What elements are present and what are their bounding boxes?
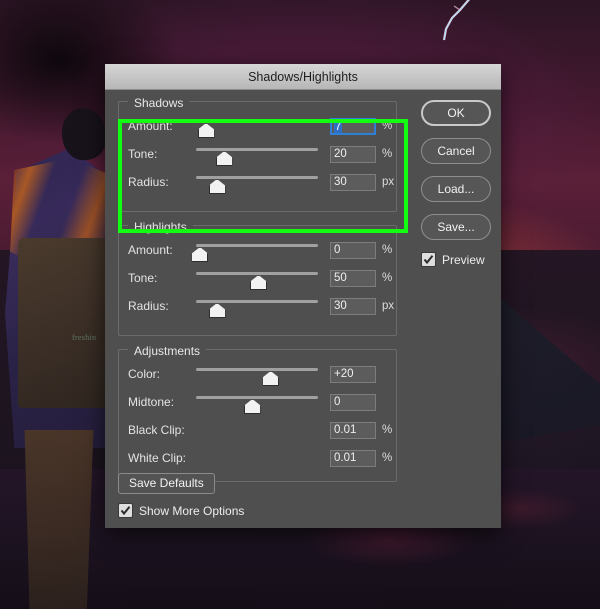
slider-thumb[interactable] [262,371,280,386]
slider-thumb[interactable] [197,123,215,138]
row-shadows-tone: Tone: 20 % [118,140,411,168]
shadows-highlights-dialog: Shadows/Highlights Shadows Amount: 7 % T… [105,64,501,528]
input-shadows-amount[interactable]: 7 [330,117,376,135]
slider-shadows-amount[interactable] [196,115,318,138]
unit-shadows-radius: px [382,176,395,188]
preview-row[interactable]: Preview [421,252,501,267]
slider-highlights-radius[interactable] [196,295,318,318]
slider-shadows-tone[interactable] [196,143,318,166]
label-highlights-tone: Tone: [128,271,158,285]
label-black-clip: Black Clip: [128,423,185,437]
unit-white-clip: % [382,452,393,464]
slider-track [196,244,318,247]
dialog-titlebar[interactable]: Shadows/Highlights [105,64,501,90]
dialog-footer: Save Defaults Show More Options [118,473,244,518]
group-adjustments: Adjustments Color: +20 Midtone: 0 Black … [118,342,411,482]
slider-track [196,272,318,275]
ok-button[interactable]: OK [421,100,491,126]
checkmark-icon [120,506,131,516]
slider-thumb[interactable] [208,303,226,318]
label-show-more-options: Show More Options [139,503,245,518]
buttons-column: OK Cancel Load... Save... Preview [411,90,501,528]
group-highlights: Highlights Amount: 0 % Tone: 50 % Radius… [118,218,411,336]
unit-highlights-amount: % [382,244,393,256]
input-black-clip[interactable]: 0.01 [330,421,376,439]
label-shadows-tone: Tone: [128,147,158,161]
checkbox-preview[interactable] [421,252,436,267]
label-shadows-amount: Amount: [128,119,173,133]
slider-thumb[interactable] [243,399,261,414]
cancel-button[interactable]: Cancel [421,138,491,164]
checkmark-icon [423,255,434,265]
unit-black-clip: % [382,424,393,436]
slider-shadows-radius[interactable] [196,171,318,194]
input-adjustments-color[interactable]: +20 [330,365,376,383]
slider-track [196,396,318,399]
unit-highlights-tone: % [382,272,393,284]
spacer-black-clip [204,419,318,441]
slider-adjustments-midtone[interactable] [196,391,318,414]
label-adjustments-color: Color: [128,367,161,381]
input-shadows-radius[interactable]: 30 [330,173,376,191]
checkbox-show-more-options[interactable] [118,503,133,518]
slider-track [196,148,318,151]
slider-thumb[interactable] [215,151,233,166]
unit-shadows-tone: % [382,148,393,160]
label-highlights-radius: Radius: [128,299,169,313]
input-adjustments-midtone[interactable]: 0 [330,393,376,411]
dialog-body: Shadows Amount: 7 % Tone: 20 % Radius: 3… [105,90,501,528]
label-highlights-amount: Amount: [128,243,173,257]
controls-column: Shadows Amount: 7 % Tone: 20 % Radius: 3… [105,90,411,528]
slider-track [196,120,318,123]
row-highlights-radius: Radius: 30 px [118,292,411,320]
row-adjustments-color: Color: +20 [118,360,411,388]
label-shadows-radius: Radius: [128,175,169,189]
label-white-clip: White Clip: [128,451,187,465]
slider-track [196,368,318,371]
spacer-white-clip [204,447,318,469]
group-shadows: Shadows Amount: 7 % Tone: 20 % Radius: 3… [118,94,411,212]
input-white-clip[interactable]: 0.01 [330,449,376,467]
slider-track [196,300,318,303]
row-highlights-tone: Tone: 50 % [118,264,411,292]
group-legend-adjustments: Adjustments [128,344,207,358]
row-adjustments-midtone: Midtone: 0 [118,388,411,416]
input-shadows-tone[interactable]: 20 [330,145,376,163]
slider-thumb[interactable] [208,179,226,194]
load-button[interactable]: Load... [421,176,491,202]
save-defaults-button[interactable]: Save Defaults [118,473,215,494]
row-black-clip: Black Clip: 0.01 % [118,416,411,444]
slider-adjustments-color[interactable] [196,363,318,386]
input-highlights-amount[interactable]: 0 [330,241,376,259]
row-shadows-radius: Radius: 30 px [118,168,411,196]
dialog-title: Shadows/Highlights [248,69,358,84]
group-legend-shadows: Shadows [128,96,190,110]
screenshot-root: freshin Shadows/Highlights Shadows Amoun… [0,0,600,609]
row-shadows-amount: Amount: 7 % [118,112,411,140]
slider-highlights-tone[interactable] [196,267,318,290]
save-button[interactable]: Save... [421,214,491,240]
label-adjustments-midtone: Midtone: [128,395,175,409]
input-highlights-radius[interactable]: 30 [330,297,376,315]
group-legend-highlights: Highlights [128,220,193,234]
slider-highlights-amount[interactable] [191,239,318,262]
slider-thumb[interactable] [250,275,267,290]
slider-track [196,176,318,179]
input-shadows-amount-value: 7 [334,120,343,133]
row-highlights-amount: Amount: 0 % [118,236,411,264]
unit-highlights-radius: px [382,300,395,312]
row-white-clip: White Clip: 0.01 % [118,444,411,472]
input-highlights-tone[interactable]: 50 [330,269,376,287]
unit-shadows-amount: % [382,120,393,132]
show-more-options-row[interactable]: Show More Options [118,503,244,518]
label-preview: Preview [442,252,485,267]
